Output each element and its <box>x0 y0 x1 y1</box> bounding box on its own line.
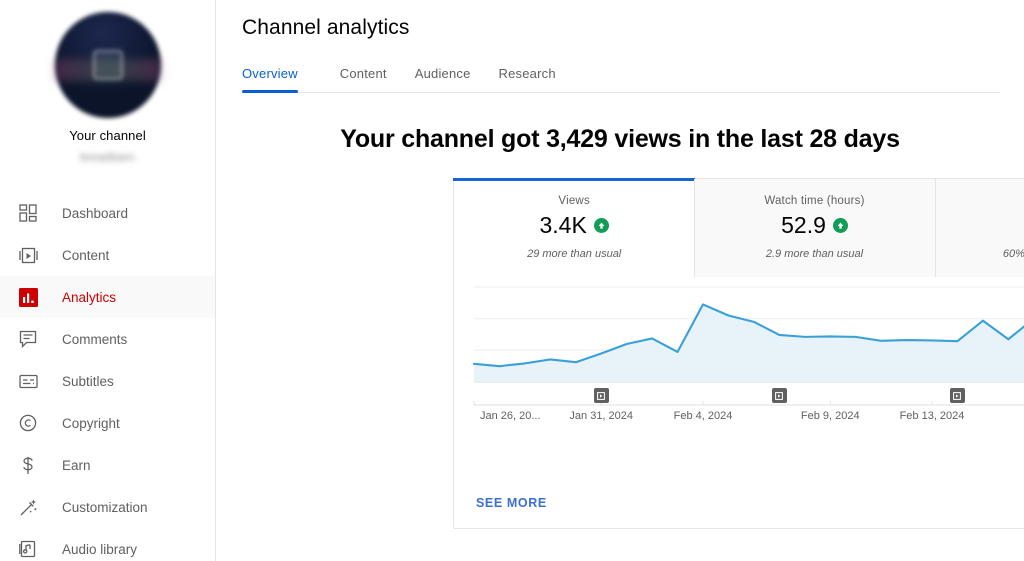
tab-audience[interactable]: Audience <box>401 66 485 92</box>
sidebar-item-content[interactable]: Content <box>0 234 215 276</box>
sidebar-item-label: Copyright <box>62 415 120 431</box>
tab-research[interactable]: Research <box>485 66 570 92</box>
video-marker-row <box>454 388 1024 404</box>
metric-subtext: 2.9 more than usual <box>765 248 864 260</box>
comments-icon <box>16 327 40 351</box>
sidebar-item-analytics[interactable]: Analytics <box>0 276 215 318</box>
sidebar-item-label: Earn <box>62 457 91 473</box>
subtitles-icon <box>16 369 40 393</box>
analytics-tabs: Overview Content Audience Research <box>242 66 1000 93</box>
sidebar-item-dashboard[interactable]: Dashboard <box>0 192 215 234</box>
metric-value: 52.9 <box>781 212 826 238</box>
page-header: Channel analytics Overview Content Audienc… <box>216 0 1024 93</box>
metric-subtext: 29 more than usual <box>527 248 622 260</box>
sidebar-item-subtitles[interactable]: Subtitles <box>0 360 215 402</box>
views-chart[interactable]: 240160800 Jan 26, 20...Jan 31, 2024Feb 4… <box>454 277 1024 477</box>
sidebar-item-copyright[interactable]: Copyright <box>0 402 215 444</box>
x-axis-tick-label: Jan 26, 20... <box>480 410 541 422</box>
metric-value-row: 3.4K <box>454 212 694 239</box>
channel-handle: breadbarn <box>80 150 135 164</box>
x-axis-tick-label: Feb 9, 2024 <box>800 410 860 422</box>
earn-icon <box>16 453 40 477</box>
x-axis-tick-label: Jan 31, 2024 <box>569 410 634 422</box>
overview-card: Views 3.4K 29 more than usual Watch time (h… <box>452 178 1024 529</box>
page-title: Channel analytics <box>242 16 410 39</box>
video-marker-icon[interactable] <box>949 388 965 403</box>
sidebar-item-label: Dashboard <box>62 205 129 221</box>
x-axis-tick-label: Feb 4, 2024 <box>673 410 733 422</box>
sidebar-item-label: Subtitles <box>62 373 114 389</box>
audio-library-icon <box>16 537 40 561</box>
tab-overview[interactable]: Overview <box>242 66 312 93</box>
channel-block: Your channel breadbarn <box>0 0 215 176</box>
tab-content[interactable]: Content <box>326 66 401 92</box>
sidebar-item-label: Comments <box>62 331 128 347</box>
trend-up-icon <box>832 218 848 233</box>
sidebar-item-label: Content <box>62 247 110 263</box>
metric-value-row: 52.9 <box>694 212 934 239</box>
sidebar-item-label: Audio library <box>62 541 138 557</box>
metric-value-row: +16 <box>935 212 1024 239</box>
see-more-link[interactable]: SEE MORE <box>476 496 547 510</box>
analytics-icon <box>16 285 40 309</box>
dashboard-icon <box>16 201 40 225</box>
metric-card-views[interactable]: Views 3.4K 29 more than usual <box>452 178 696 277</box>
content-icon <box>16 243 40 267</box>
metric-value: 3.4K <box>539 212 587 238</box>
sidebar-nav: Dashboard Content Analytics Comments Subtitl… <box>0 192 215 561</box>
customization-icon <box>16 495 40 519</box>
chart-svg <box>472 286 1024 406</box>
video-marker-icon[interactable] <box>771 388 787 403</box>
sidebar-item-label: Customization <box>62 499 148 515</box>
sidebar-item-label: Analytics <box>62 289 117 305</box>
metric-card-subscribers[interactable]: Subscribers +16 60% more than usual <box>934 179 1024 277</box>
chart-x-axis: Jan 26, 20... Jan 31, 2024 Feb 4, 2024 Feb … <box>454 410 1024 428</box>
copyright-icon <box>16 411 40 435</box>
sidebar: Your channel breadbarn Dashboard Content A… <box>0 0 216 561</box>
metric-label: Subscribers <box>935 195 1024 207</box>
metric-subtext: 60% more than usual <box>1002 248 1024 260</box>
main-content: Channel analytics Overview Content Audienc… <box>216 0 1024 561</box>
trend-up-icon <box>593 218 609 233</box>
sidebar-item-earn[interactable]: Earn <box>0 444 215 486</box>
sidebar-item-customization[interactable]: Customization <box>0 486 215 528</box>
metric-cards: Views 3.4K 29 more than usual Watch time (h… <box>452 178 1024 277</box>
channel-label: Your channel <box>69 128 146 143</box>
x-axis-tick-label: Feb 13, 2024 <box>899 410 965 422</box>
metric-card-watch-time-hours[interactable]: Watch time (hours) 52.9 2.9 more than usua… <box>694 179 935 277</box>
headline: Your channel got 3,429 views in the last… <box>340 125 900 153</box>
metric-label: Watch time (hours) <box>764 195 865 207</box>
avatar[interactable] <box>54 12 161 118</box>
video-marker-icon[interactable] <box>593 388 609 403</box>
youtube-studio-analytics-page: Your channel breadbarn Dashboard Content A… <box>0 0 1024 561</box>
sidebar-item-comments[interactable]: Comments <box>0 318 215 360</box>
metric-label: Views <box>558 195 590 207</box>
sidebar-item-audio-library[interactable]: Audio library <box>0 528 215 561</box>
